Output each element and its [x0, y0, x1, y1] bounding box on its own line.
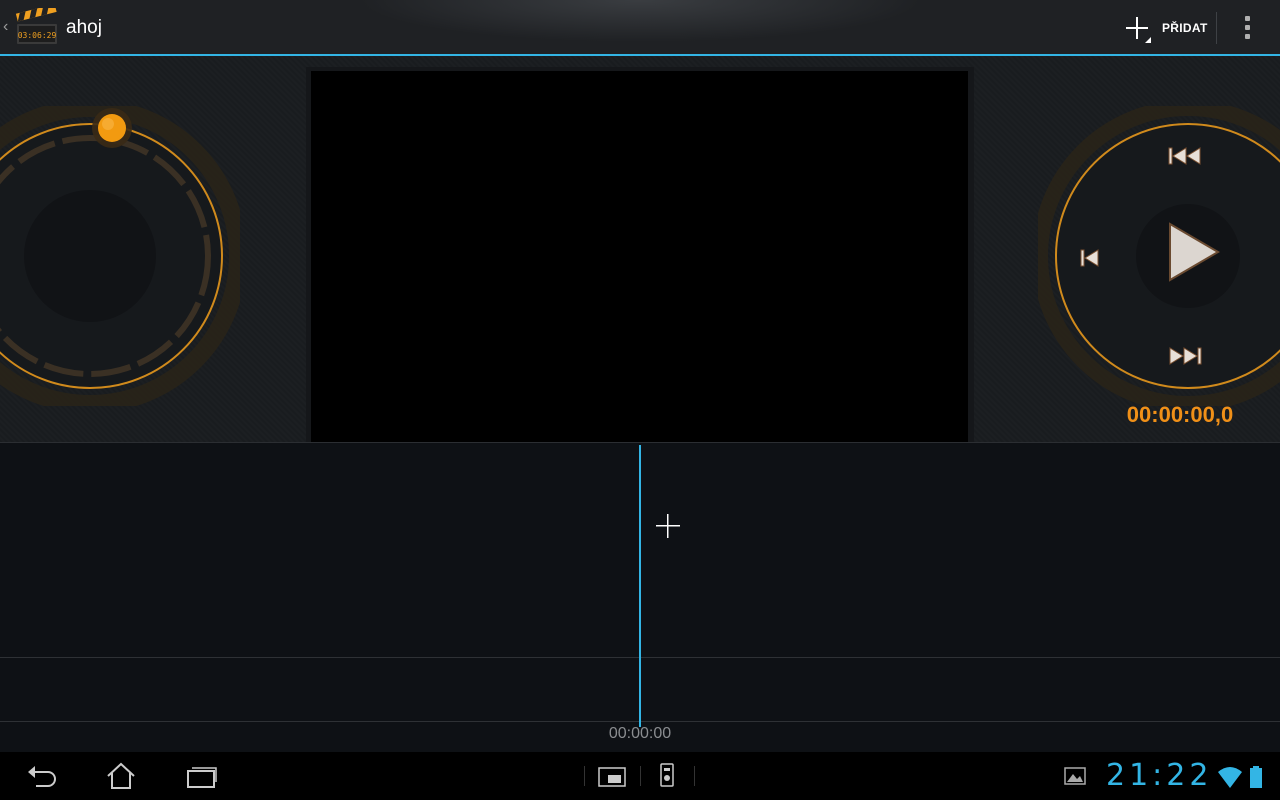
- timeline-position: 00:00:00: [608, 725, 672, 742]
- plus-icon: [1118, 11, 1152, 45]
- action-bar: ‹ 03:06:29 ahoj PŘIDAT: [0, 0, 1280, 56]
- skip-to-start-icon[interactable]: [1166, 142, 1204, 170]
- play-icon[interactable]: [1160, 216, 1224, 288]
- nav-separator: [584, 766, 585, 786]
- back-icon[interactable]: [24, 760, 60, 792]
- video-preview[interactable]: [311, 71, 968, 442]
- battery-icon: [1250, 766, 1262, 788]
- skip-to-end-icon[interactable]: [1166, 342, 1204, 370]
- nav-separator: [694, 766, 695, 786]
- add-label: PŘIDAT: [1162, 21, 1208, 35]
- recent-apps-icon[interactable]: [184, 760, 220, 792]
- clapperboard-icon[interactable]: 03:06:29: [14, 4, 60, 46]
- timeline[interactable]: 00:00:00: [0, 442, 1280, 752]
- jog-handle[interactable]: [92, 108, 132, 148]
- app-title[interactable]: ahoj: [66, 17, 102, 39]
- up-navigation-icon[interactable]: ‹: [3, 18, 8, 36]
- system-nav-bar: 21:22: [0, 752, 1280, 800]
- svg-text:03:06:29: 03:06:29: [18, 31, 57, 40]
- usb-debug-icon[interactable]: [656, 760, 678, 792]
- action-bar-divider: [1216, 12, 1217, 44]
- nav-separator: [640, 766, 641, 786]
- plus-icon[interactable]: [654, 512, 682, 540]
- screen: ‹ 03:06:29 ahoj PŘIDAT 00:00:00,0 00:00:…: [0, 0, 1280, 800]
- playhead[interactable]: [639, 445, 641, 727]
- wifi-icon: [1218, 767, 1242, 788]
- player-area: 00:00:00,0: [0, 56, 1280, 442]
- status-clock: 21:22: [1106, 758, 1213, 793]
- step-back-icon[interactable]: [1078, 246, 1102, 270]
- transport-dial: [1038, 106, 1280, 406]
- gallery-notification-icon[interactable]: [1062, 760, 1088, 792]
- screen-icon[interactable]: [596, 760, 628, 792]
- player-timecode: 00:00:00,0: [1126, 402, 1234, 427]
- overflow-menu-icon[interactable]: [1232, 12, 1264, 44]
- add-button[interactable]: PŘIDAT: [1118, 8, 1214, 48]
- home-icon[interactable]: [104, 760, 138, 792]
- jog-dial[interactable]: [0, 106, 240, 406]
